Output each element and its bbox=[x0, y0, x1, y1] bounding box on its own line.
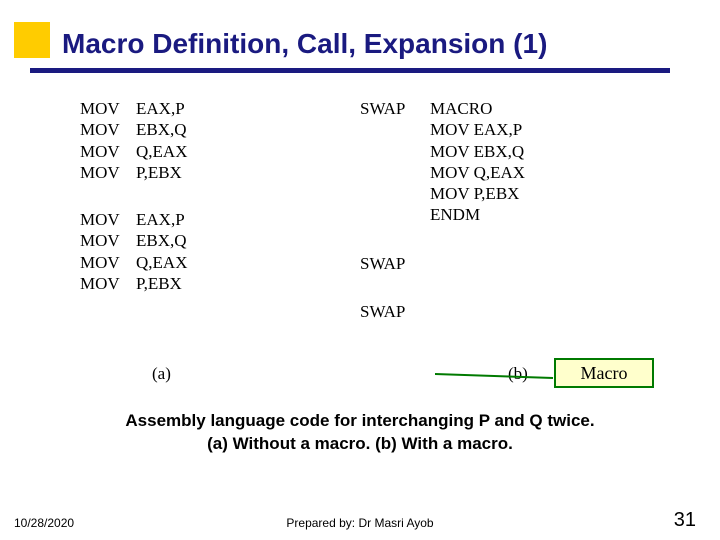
asm-op: MOV bbox=[80, 230, 136, 251]
asm-arg: MACRO bbox=[430, 98, 492, 119]
asm-op: MOV bbox=[80, 252, 136, 273]
slide-caption: Assembly language code for interchanging… bbox=[0, 410, 720, 456]
slide: Macro Definition, Call, Expansion (1) MO… bbox=[0, 0, 720, 540]
asm-arg: P,EBX bbox=[136, 273, 182, 294]
title-underline bbox=[30, 68, 670, 73]
asm-row: MOVEBX,Q bbox=[80, 230, 340, 251]
asm-op: MOV bbox=[80, 162, 136, 183]
callout-box: Macro bbox=[554, 358, 654, 388]
asm-arg: EAX,P bbox=[136, 209, 185, 230]
asm-arg: EBX,Q bbox=[136, 119, 187, 140]
asm-label bbox=[360, 162, 430, 183]
asm-row: MOVQ,EAX bbox=[80, 252, 340, 273]
asm-arg: EAX,P bbox=[136, 98, 185, 119]
asm-arg: MOV EBX,Q bbox=[430, 141, 524, 162]
caption-line-1: Assembly language code for interchanging… bbox=[0, 410, 720, 433]
asm-op: MOV bbox=[80, 209, 136, 230]
col-a-block-1: MOVEAX,P MOVEBX,Q MOVQ,EAX MOVP,EBX bbox=[80, 98, 340, 183]
asm-arg: MOV EAX,P bbox=[430, 119, 522, 140]
asm-row: MOVP,EBX bbox=[80, 273, 340, 294]
callout-label: Macro bbox=[581, 363, 628, 384]
swap-call-1: SWAP bbox=[360, 254, 660, 274]
asm-arg: MOV P,EBX bbox=[430, 183, 519, 204]
asm-arg: EBX,Q bbox=[136, 230, 187, 251]
col-a: MOVEAX,P MOVEBX,Q MOVQ,EAX MOVP,EBX MOVE… bbox=[80, 98, 340, 320]
col-b: SWAPMACRO MOV EAX,P MOV EBX,Q MOV Q,EAX … bbox=[360, 98, 660, 322]
asm-op: MOV bbox=[80, 98, 136, 119]
asm-arg: ENDM bbox=[430, 204, 480, 225]
asm-row: ENDM bbox=[360, 204, 660, 225]
asm-op: MOV bbox=[80, 141, 136, 162]
asm-op: MOV bbox=[80, 273, 136, 294]
asm-row: MOVP,EBX bbox=[80, 162, 340, 183]
asm-arg: P,EBX bbox=[136, 162, 182, 183]
col-a-block-2: MOVEAX,P MOVEBX,Q MOVQ,EAX MOVP,EBX bbox=[80, 209, 340, 294]
asm-row: SWAPMACRO bbox=[360, 98, 660, 119]
asm-arg: Q,EAX bbox=[136, 252, 187, 273]
asm-row: MOVEBX,Q bbox=[80, 119, 340, 140]
asm-row: MOVQ,EAX bbox=[80, 141, 340, 162]
asm-label bbox=[360, 141, 430, 162]
slide-title: Macro Definition, Call, Expansion (1) bbox=[62, 28, 547, 60]
asm-row: MOVEAX,P bbox=[80, 98, 340, 119]
footer-page-number: 31 bbox=[674, 509, 696, 532]
callout-connector-icon bbox=[435, 366, 565, 386]
asm-row: MOV Q,EAX bbox=[360, 162, 660, 183]
asm-arg: Q,EAX bbox=[136, 141, 187, 162]
col-b-macro-block: SWAPMACRO MOV EAX,P MOV EBX,Q MOV Q,EAX … bbox=[360, 98, 660, 226]
caption-line-2: (a) Without a macro. (b) With a macro. bbox=[0, 433, 720, 456]
asm-label: SWAP bbox=[360, 98, 430, 119]
code-area: MOVEAX,P MOVEBX,Q MOVQ,EAX MOVP,EBX MOVE… bbox=[0, 98, 720, 398]
asm-op: MOV bbox=[80, 119, 136, 140]
label-b: (b) bbox=[508, 364, 528, 384]
footer-prepared-by: Prepared by: Dr Masri Ayob bbox=[0, 516, 720, 530]
asm-row: MOVEAX,P bbox=[80, 209, 340, 230]
asm-row: MOV P,EBX bbox=[360, 183, 660, 204]
asm-arg: MOV Q,EAX bbox=[430, 162, 525, 183]
decorative-square-icon bbox=[14, 22, 50, 58]
label-a: (a) bbox=[152, 364, 171, 384]
swap-call-2: SWAP bbox=[360, 302, 660, 322]
asm-label bbox=[360, 204, 430, 225]
asm-row: MOV EAX,P bbox=[360, 119, 660, 140]
asm-row: MOV EBX,Q bbox=[360, 141, 660, 162]
asm-label bbox=[360, 183, 430, 204]
asm-label bbox=[360, 119, 430, 140]
